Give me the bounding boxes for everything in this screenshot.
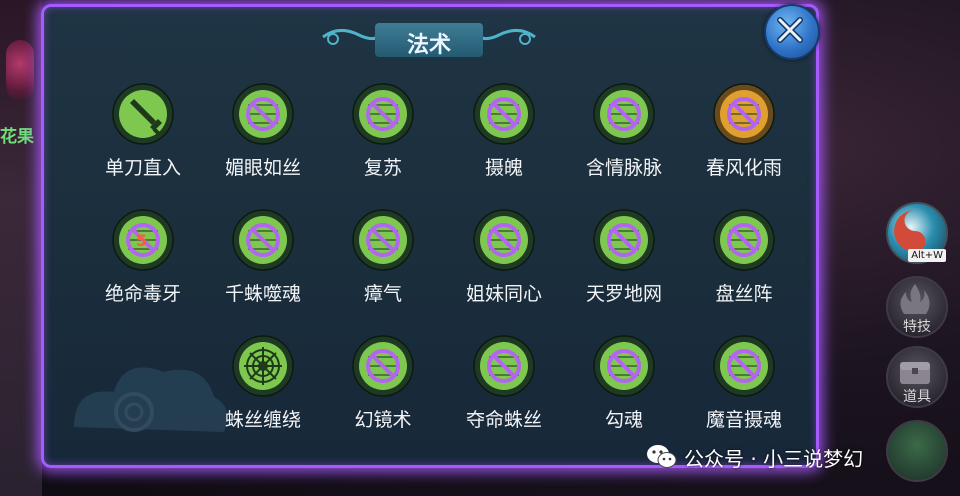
flame-icon bbox=[900, 284, 930, 314]
locked-skill-icon bbox=[352, 335, 414, 397]
skill-label: 千蛛噬魂 bbox=[224, 283, 301, 305]
skill-label: 绝命毒牙 bbox=[104, 283, 181, 305]
locked-skill-icon bbox=[593, 209, 655, 271]
close-button[interactable] bbox=[764, 4, 820, 60]
skill-label: 姐妹同心 bbox=[465, 283, 542, 305]
skill-label: 单刀直入 bbox=[104, 157, 181, 179]
skill-item[interactable]: 天罗地网 bbox=[564, 209, 684, 319]
skill-item[interactable]: 幻镜术 bbox=[323, 335, 443, 445]
web-skill-icon bbox=[232, 335, 294, 397]
wechat-icon bbox=[647, 445, 677, 468]
background-flower bbox=[6, 40, 34, 100]
skill-item[interactable]: 千蛛噬魂 bbox=[203, 209, 323, 319]
skill-level-badge: 5 bbox=[136, 231, 148, 250]
skill-label: 勾魂 bbox=[604, 409, 643, 431]
skill-item[interactable]: 夺命蛛丝 bbox=[444, 335, 564, 445]
locked-skill-icon bbox=[473, 335, 535, 397]
background-left-text: 花果 bbox=[0, 127, 34, 147]
locked-skill-icon-orange bbox=[713, 83, 775, 145]
skill-item[interactable]: 魔音摄魂 bbox=[684, 335, 804, 445]
locked-skill-icon bbox=[593, 335, 655, 397]
watermark-text: 公众号 · 小三说梦幻 bbox=[684, 446, 864, 471]
skill-label: 含情脉脉 bbox=[585, 157, 662, 179]
skill-label: 盘丝阵 bbox=[715, 283, 773, 305]
locked-skill-icon bbox=[232, 83, 294, 145]
skill-label: 春风化雨 bbox=[705, 157, 782, 179]
skill-label: 夺命蛛丝 bbox=[465, 409, 542, 431]
special-skill-label: 特技 bbox=[903, 319, 931, 335]
skill-item[interactable]: 蛛丝缠绕 bbox=[203, 335, 323, 445]
locked-skill-icon bbox=[473, 209, 535, 271]
skill-label: 蛛丝缠绕 bbox=[224, 409, 301, 431]
skill-item[interactable]: 春风化雨 bbox=[684, 83, 804, 193]
items-label: 道具 bbox=[903, 389, 931, 405]
items-button[interactable]: 道具 bbox=[886, 346, 948, 408]
skill-label: 摄魄 bbox=[484, 157, 523, 179]
locked-skill-icon bbox=[593, 83, 655, 145]
extra-side-button[interactable] bbox=[886, 420, 948, 482]
hotkey-badge: Alt+W bbox=[908, 249, 946, 262]
locked-skill-icon bbox=[352, 209, 414, 271]
skill-item[interactable]: 5 绝命毒牙 bbox=[83, 209, 203, 319]
skill-item[interactable]: 含情脉脉 bbox=[564, 83, 684, 193]
skill-item[interactable]: 单刀直入 bbox=[83, 83, 203, 193]
locked-skill-icon bbox=[713, 209, 775, 271]
spell-panel: 法术 单刀直入 媚眼如丝 复苏 摄魄 含情脉脉 春风化雨 5 绝命毒牙 千蛛噬魂 瘴气 姐妹同心 天罗… bbox=[41, 4, 819, 468]
skill-item[interactable]: 盘丝阵 bbox=[684, 209, 804, 319]
skill-label: 媚眼如丝 bbox=[224, 157, 301, 179]
skill-label: 魔音摄魂 bbox=[705, 409, 782, 431]
skill-grid: 单刀直入 媚眼如丝 复苏 摄魄 含情脉脉 春风化雨 5 绝命毒牙 千蛛噬魂 瘴气 姐妹同心 天罗地网 盘… bbox=[44, 7, 816, 465]
watermark: 公众号 · 小三说梦幻 bbox=[646, 440, 863, 474]
skill-label: 复苏 bbox=[363, 157, 402, 179]
locked-skill-icon bbox=[232, 209, 294, 271]
skill-item[interactable]: 姐妹同心 bbox=[444, 209, 564, 319]
skill-item[interactable]: 复苏 bbox=[323, 83, 443, 193]
special-skill-button[interactable]: 特技 bbox=[886, 276, 948, 338]
locked-skill-icon bbox=[352, 83, 414, 145]
sword-skill-icon bbox=[112, 83, 174, 145]
locked-skill-icon bbox=[713, 335, 775, 397]
skill-item[interactable]: 媚眼如丝 bbox=[203, 83, 323, 193]
skill-item[interactable]: 勾魂 bbox=[564, 335, 684, 445]
locked-skill-icon bbox=[473, 83, 535, 145]
close-icon bbox=[777, 17, 803, 43]
skill-item[interactable]: 瘴气 bbox=[323, 209, 443, 319]
skill-label: 天罗地网 bbox=[585, 283, 662, 305]
skill-label: 瘴气 bbox=[363, 283, 402, 305]
skill-label: 幻镜术 bbox=[354, 409, 412, 431]
skill-item[interactable]: 摄魄 bbox=[444, 83, 564, 193]
